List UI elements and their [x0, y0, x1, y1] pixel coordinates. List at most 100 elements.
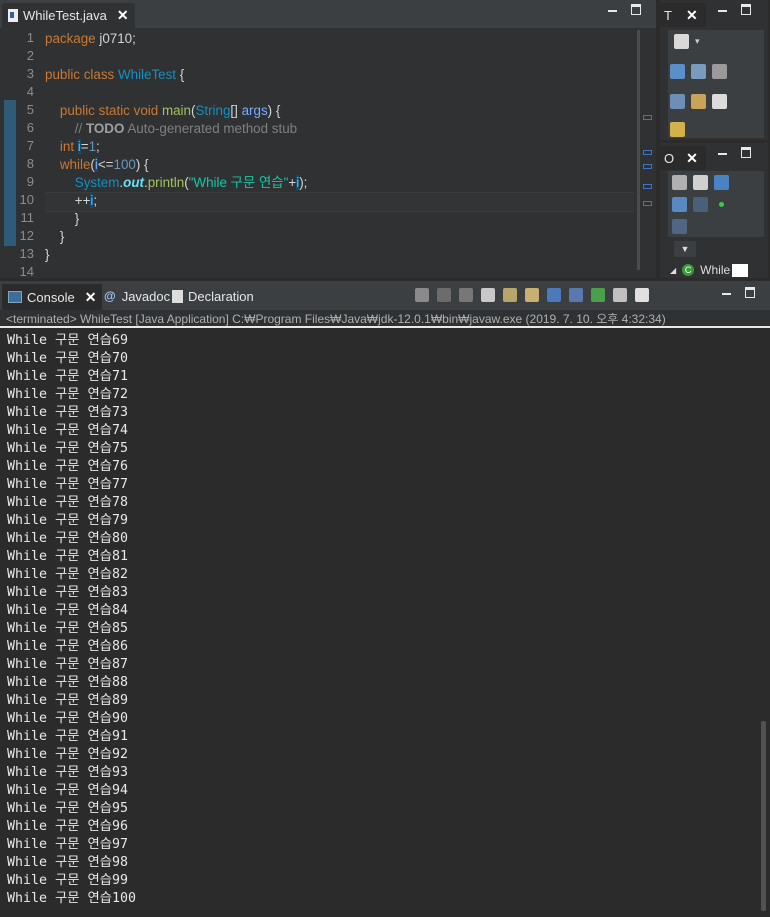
- overview-ruler: [642, 28, 652, 274]
- overview-marker[interactable]: [643, 201, 652, 206]
- number-literal: 100: [113, 157, 136, 172]
- outline-view: O ✕ ▼ ◢ C While: [660, 143, 768, 278]
- code-line-6: // TODO Auto-generated method stub: [45, 120, 297, 138]
- console-output-line: While 구문 연습95: [7, 801, 128, 816]
- schedule-icon[interactable]: [691, 64, 706, 79]
- maximize-icon[interactable]: [745, 287, 755, 298]
- tab-whiletest-java[interactable]: WhileTest.java ✕: [2, 3, 135, 28]
- view-window-controls: [718, 147, 751, 158]
- code-area[interactable]: package j0710; public class WhileTest { …: [45, 28, 634, 274]
- show-on-output-icon[interactable]: [547, 288, 561, 302]
- declaration-icon: [172, 289, 183, 303]
- code-text: );: [299, 175, 308, 190]
- line-number: 9: [26, 174, 34, 189]
- word-wrap-icon[interactable]: [525, 288, 539, 302]
- console-output-line: While 구문 연습85: [7, 621, 128, 636]
- console-output[interactable]: While 구문 연습69 While 구문 연습70 While 구문 연습71 W…: [7, 332, 747, 908]
- console-output-line: While 구문 연습92: [7, 747, 128, 762]
- line-number: 1: [26, 30, 34, 45]
- tab-task-list[interactable]: T ✕: [660, 3, 706, 27]
- console-output-line: While 구문 연습84: [7, 603, 128, 618]
- console-output-line: While 구문 연습78: [7, 495, 128, 510]
- line-number: 2: [26, 48, 34, 63]
- hide-fields-icon[interactable]: [672, 197, 687, 212]
- minimize-icon[interactable]: [608, 10, 617, 12]
- keyword: public: [45, 67, 80, 82]
- link-editor-icon[interactable]: [693, 175, 708, 190]
- console-output-line: While 구문 연습74: [7, 423, 128, 438]
- console-output-line: While 구문 연습94: [7, 783, 128, 798]
- filter-completed-icon[interactable]: [670, 94, 685, 109]
- editor-pane: WhileTest.java ✕ 1 2 3 4 5 6 7 8 9 10 11 12 13 14 pac…: [0, 0, 656, 279]
- synchronize-icon[interactable]: [670, 122, 685, 137]
- code-line-13: }: [45, 246, 49, 264]
- class-name: System: [74, 175, 120, 190]
- editor-scrollbar[interactable]: [637, 30, 640, 270]
- scroll-lock-icon[interactable]: [503, 288, 517, 302]
- hide-static-icon[interactable]: [693, 197, 708, 212]
- maximize-icon[interactable]: [741, 147, 751, 158]
- console-output-line: While 구문 연습100: [7, 891, 136, 906]
- expand-arrow-icon[interactable]: ◢: [670, 266, 676, 275]
- terminate-icon[interactable]: [415, 288, 429, 302]
- type-name: String: [195, 103, 231, 118]
- console-output-line: While 구문 연습81: [7, 549, 128, 564]
- editor-tabbar: WhileTest.java ✕: [0, 0, 656, 28]
- java-file-icon: [8, 9, 18, 22]
- dropdown-arrow-icon[interactable]: ▾: [695, 34, 700, 49]
- console-output-line: While 구문 연습70: [7, 351, 128, 366]
- overview-marker[interactable]: [643, 115, 652, 120]
- pin-console-icon[interactable]: [591, 288, 605, 302]
- tab-declaration[interactable]: Declaration: [172, 286, 254, 306]
- categorize-icon[interactable]: [670, 64, 685, 79]
- show-on-error-icon[interactable]: [569, 288, 583, 302]
- maximize-icon[interactable]: [741, 4, 751, 15]
- code-text: ++: [74, 193, 91, 208]
- tab-outline[interactable]: O ✕: [660, 146, 706, 170]
- close-view-icon[interactable]: ✕: [686, 7, 698, 24]
- code-text: ;: [96, 139, 100, 154]
- line-number: 8: [26, 156, 34, 171]
- close-tab-icon[interactable]: ✕: [85, 289, 97, 306]
- remove-all-icon[interactable]: [459, 288, 473, 302]
- method-name: main: [161, 103, 191, 118]
- close-view-icon[interactable]: ✕: [686, 150, 698, 167]
- collapse-all-icon[interactable]: [712, 94, 727, 109]
- keyword: int: [59, 139, 75, 154]
- display-console-icon[interactable]: [613, 288, 627, 302]
- sort-icon[interactable]: [714, 175, 729, 190]
- overview-marker[interactable]: [643, 164, 652, 169]
- overview-marker[interactable]: [643, 150, 652, 155]
- remove-launch-icon[interactable]: [437, 288, 451, 302]
- code-text: ) {: [267, 103, 281, 118]
- clear-console-icon[interactable]: [481, 288, 495, 302]
- open-console-icon[interactable]: [635, 288, 649, 302]
- outline-item-whiletest[interactable]: ◢ C While: [670, 263, 749, 277]
- console-scrollbar-thumb[interactable]: [761, 721, 766, 911]
- view-tab-label: T: [664, 7, 672, 23]
- view-menu-icon[interactable]: ▼: [674, 241, 696, 257]
- code-text: =: [80, 139, 89, 154]
- code-text: {: [176, 67, 185, 82]
- collapse-all-icon[interactable]: [672, 175, 687, 190]
- console-toolbar: [415, 288, 649, 302]
- tab-console[interactable]: Console ✕: [2, 284, 103, 310]
- minimize-icon[interactable]: [722, 293, 731, 295]
- show-workweek-icon[interactable]: [691, 94, 706, 109]
- minimize-icon[interactable]: [718, 10, 727, 12]
- new-task-icon[interactable]: [674, 34, 689, 49]
- minimize-icon[interactable]: [718, 153, 727, 155]
- close-tab-icon[interactable]: ✕: [117, 7, 129, 24]
- line-number: 12: [19, 228, 34, 243]
- console-output-line: While 구문 연습90: [7, 711, 128, 726]
- console-output-line: While 구문 연습87: [7, 657, 128, 672]
- maximize-icon[interactable]: [631, 4, 641, 15]
- tab-javadoc[interactable]: @ Javadoc: [104, 286, 170, 306]
- console-output-line: While 구문 연습75: [7, 441, 128, 456]
- hide-local-types-icon[interactable]: [672, 219, 687, 234]
- overview-marker[interactable]: [643, 184, 652, 189]
- focus-icon[interactable]: [712, 64, 727, 79]
- console-output-line: While 구문 연습72: [7, 387, 128, 402]
- outline-toolbar-area: [668, 171, 764, 237]
- hide-nonpublic-icon[interactable]: [714, 197, 729, 212]
